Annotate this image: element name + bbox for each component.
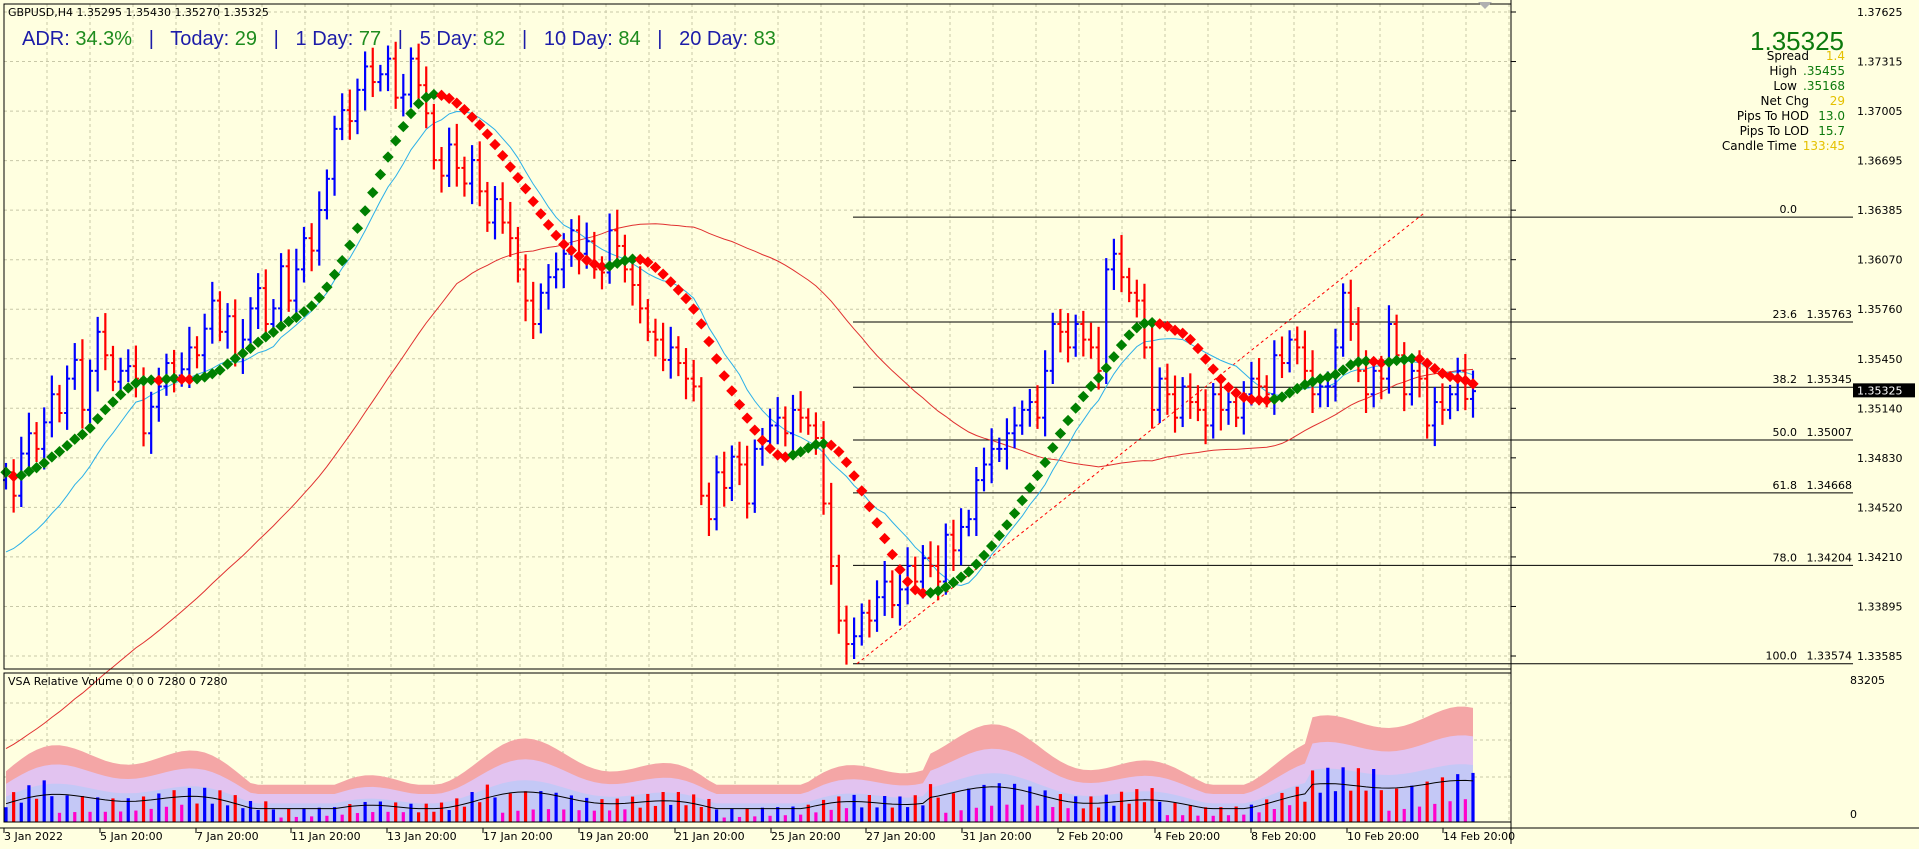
y-tick-label: 1.33585 — [1857, 650, 1903, 663]
fib-ratio-label: 61.8 — [1773, 479, 1798, 492]
indicator-header: VSA Relative Volume 0 0 0 7280 0 7280 — [8, 675, 227, 688]
x-tick-label: 11 Jan 20:00 — [291, 830, 361, 843]
fib-ratio-label: 50.0 — [1773, 426, 1798, 439]
adr-value: 83 — [753, 28, 776, 50]
adr-label: 1 Day: — [295, 28, 359, 50]
info-row: Low .35168 — [1722, 79, 1845, 94]
info-value: 13.0 — [1818, 109, 1845, 123]
info-value: 133:45 — [1802, 139, 1845, 153]
adr-label: 5 Day: — [419, 28, 484, 50]
y-tick-label: 1.36385 — [1857, 204, 1903, 217]
y-tick-label: 1.37315 — [1857, 56, 1903, 69]
y-tick-label: 1.33895 — [1857, 600, 1903, 613]
x-tick-label: 13 Jan 20:00 — [387, 830, 457, 843]
adr-separator: | — [132, 28, 171, 50]
info-value: 15.7 — [1818, 124, 1845, 138]
x-tick-label: 5 Jan 20:00 — [100, 830, 163, 843]
y-tick-label: 1.35450 — [1857, 353, 1903, 366]
trading-terminal-chart-window: 0.0 23.6 1.35763 38.2 1.35345 50.0 1.35007 61.8… — [0, 0, 1919, 844]
fib-price-label: 1.34668 — [1807, 479, 1853, 492]
fib-price-label: 1.35007 — [1807, 426, 1853, 439]
fib-ratio-label: 0.0 — [1780, 203, 1798, 216]
adr-value: 34.3% — [75, 28, 133, 50]
fib-ratio-label: 78.0 — [1773, 551, 1798, 564]
price-chart[interactable]: 0.0 23.6 1.35763 38.2 1.35345 50.0 1.35007 61.8… — [0, 0, 1919, 844]
adr-statistics: ADR: 34.3% | Today: 29 | 1 Day: 77 | 5 D… — [22, 28, 776, 51]
info-row: Pips To LOD 15.7 — [1722, 124, 1845, 139]
info-value: .35168 — [1803, 79, 1845, 93]
info-panel: Spread 1.4 High .35455 Low .35168 Net Chg 29 Pip… — [1722, 49, 1845, 154]
adr-value: 29 — [234, 28, 257, 50]
y-tick-label: 1.37005 — [1857, 105, 1903, 118]
current-price-tag-label: 1.35325 — [1857, 384, 1903, 397]
fib-price-label: 1.35763 — [1807, 308, 1853, 321]
adr-separator: | — [381, 28, 420, 50]
adr-value: 77 — [358, 28, 382, 50]
adr-label: Today: — [170, 28, 235, 50]
x-tick-label: 21 Jan 20:00 — [675, 830, 745, 843]
x-tick-label: 17 Jan 20:00 — [483, 830, 553, 843]
y-tick-label: 1.36070 — [1857, 254, 1903, 267]
adr-separator: | — [505, 28, 544, 50]
x-tick-label: 25 Jan 20:00 — [771, 830, 841, 843]
symbol-header: GBPUSD,H4 1.35295 1.35430 1.35270 1.3532… — [8, 6, 269, 19]
x-tick-label: 4 Feb 20:00 — [1155, 830, 1220, 843]
y-tick-label: 1.37625 — [1857, 6, 1903, 19]
adr-label: 20 Day: — [679, 28, 754, 50]
info-value: 29 — [1829, 94, 1845, 108]
fib-ratio-label: 23.6 — [1773, 308, 1798, 321]
info-value: 1.4 — [1825, 49, 1845, 63]
x-tick-label: 14 Feb 20:00 — [1443, 830, 1515, 843]
info-label: High — [1769, 64, 1797, 78]
info-row: Pips To HOD 13.0 — [1722, 109, 1845, 124]
info-row: Spread 1.4 — [1722, 49, 1845, 64]
y-tick-label: 1.34520 — [1857, 501, 1903, 514]
fib-price-label: 1.34204 — [1807, 551, 1853, 564]
x-tick-label: 27 Jan 20:00 — [866, 830, 936, 843]
info-row: Candle Time 133:45 — [1722, 139, 1845, 154]
info-label: Pips To HOD — [1736, 109, 1809, 123]
x-tick-label: 2 Feb 20:00 — [1058, 830, 1123, 843]
y-tick-label: 1.36695 — [1857, 155, 1903, 168]
fib-price-label: 1.35345 — [1807, 373, 1853, 386]
x-tick-label: 7 Jan 20:00 — [196, 830, 259, 843]
y-tick-label: 1.35140 — [1857, 402, 1903, 415]
adr-separator: | — [256, 28, 296, 50]
info-label: Candle Time — [1721, 139, 1797, 153]
y-tick-label: 1.34210 — [1857, 551, 1903, 564]
volume-axis-max: 83205 — [1850, 674, 1885, 687]
adr-separator: | — [640, 28, 680, 50]
y-tick-label: 1.35760 — [1857, 303, 1903, 316]
info-label: Net Chg — [1760, 94, 1809, 108]
info-label: Spread — [1766, 49, 1809, 63]
fib-ratio-label: 100.0 — [1766, 650, 1798, 663]
info-label: Low — [1773, 79, 1797, 93]
x-tick-label: 19 Jan 20:00 — [579, 830, 649, 843]
adr-label: ADR: — [22, 28, 76, 50]
x-tick-label: 31 Jan 20:00 — [962, 830, 1032, 843]
info-label: Pips To LOD — [1739, 124, 1809, 138]
x-tick-label: 8 Feb 20:00 — [1251, 830, 1316, 843]
y-tick-label: 1.34830 — [1857, 452, 1903, 465]
volume-axis-min: 0 — [1850, 808, 1857, 821]
x-tick-label: 10 Feb 20:00 — [1347, 830, 1419, 843]
fib-price-label: 1.33574 — [1807, 650, 1853, 663]
info-row: Net Chg 29 — [1722, 94, 1845, 109]
adr-value: 84 — [618, 28, 641, 50]
x-tick-label: 3 Jan 2022 — [4, 830, 63, 843]
info-value: .35455 — [1803, 64, 1845, 78]
chart-background — [0, 0, 1919, 844]
adr-value: 82 — [483, 28, 506, 50]
adr-label: 10 Day: — [543, 28, 619, 50]
fib-ratio-label: 38.2 — [1773, 373, 1798, 386]
info-row: High .35455 — [1722, 64, 1845, 79]
